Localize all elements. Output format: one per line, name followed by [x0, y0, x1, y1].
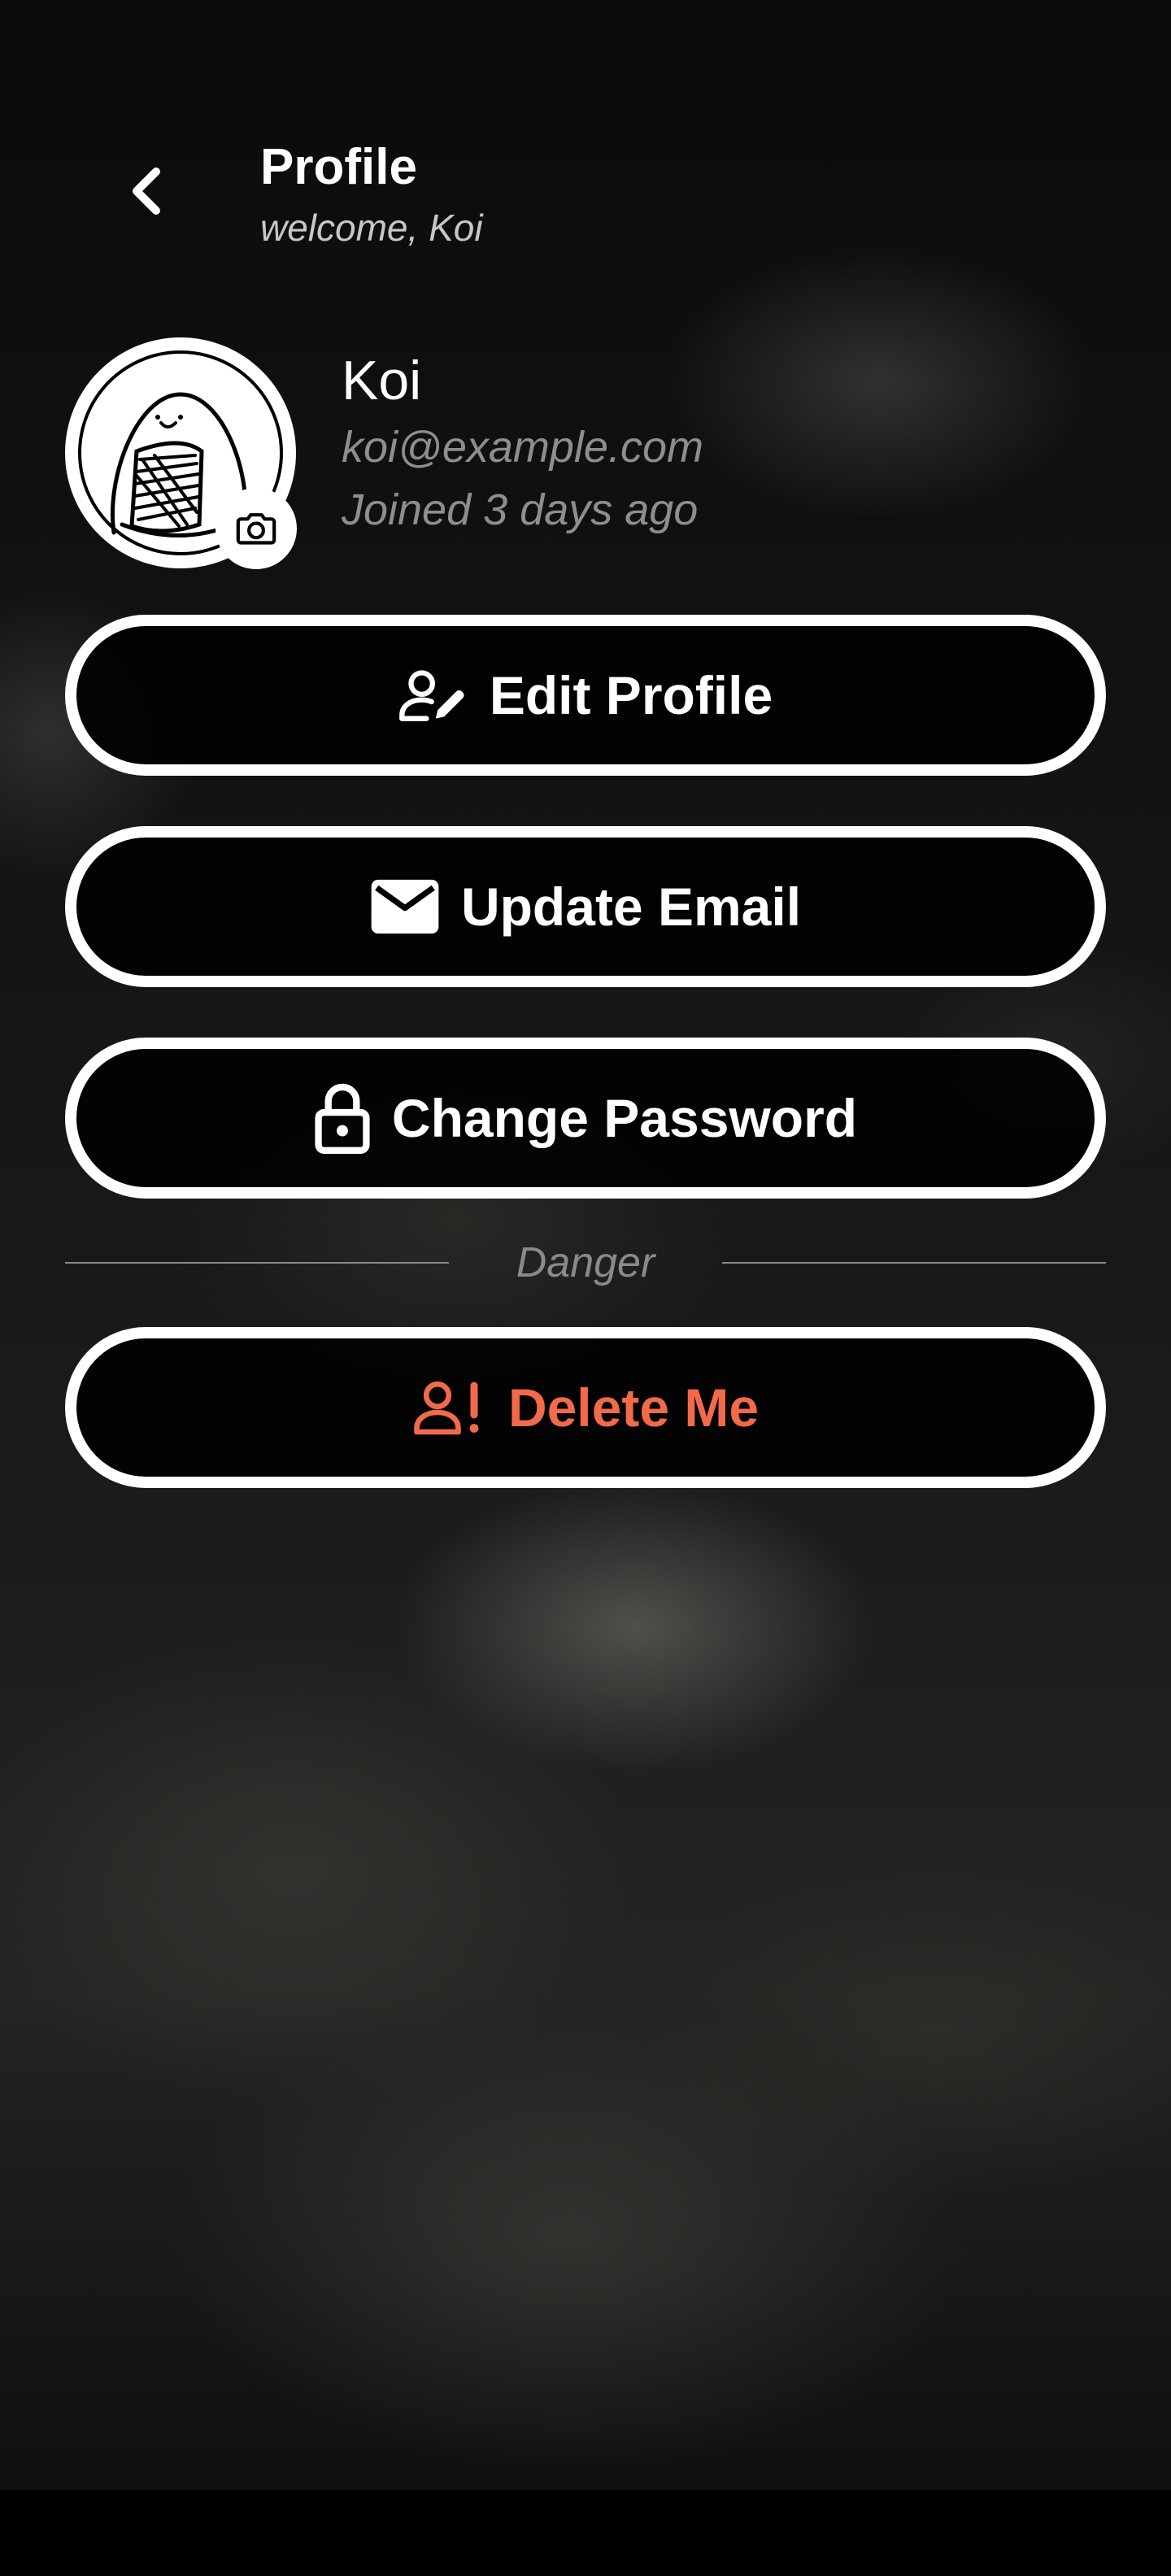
user-alert-icon — [412, 1378, 487, 1437]
danger-section-label: Danger — [516, 1239, 655, 1286]
edit-profile-label: Edit Profile — [489, 665, 773, 725]
change-password-button[interactable]: Change Password — [65, 1038, 1106, 1199]
divider-left — [65, 1262, 449, 1264]
delete-account-button[interactable]: Delete Me — [65, 1327, 1106, 1488]
delete-account-label: Delete Me — [507, 1377, 760, 1438]
update-email-button[interactable]: Update Email — [65, 826, 1106, 987]
chevron-left-icon — [133, 168, 160, 215]
system-navigation-bar — [0, 2490, 1171, 2576]
change-photo-button[interactable] — [215, 488, 297, 569]
divider-right — [722, 1262, 1106, 1264]
update-email-label: Update Email — [460, 877, 802, 937]
profile-joined-date: Joined 3 days ago — [342, 485, 699, 534]
user-edit-icon — [398, 666, 468, 724]
page-title: Profile — [260, 139, 417, 195]
profile-name: Koi — [342, 350, 422, 411]
page-subtitle: welcome, Koi — [260, 207, 483, 249]
profile-email: koi@example.com — [342, 423, 703, 472]
edit-profile-button[interactable]: Edit Profile — [65, 615, 1106, 776]
mail-icon — [370, 878, 440, 935]
lock-icon — [314, 1081, 371, 1155]
back-button[interactable] — [114, 154, 179, 228]
camera-icon — [236, 513, 276, 545]
change-password-label: Change Password — [391, 1088, 858, 1148]
